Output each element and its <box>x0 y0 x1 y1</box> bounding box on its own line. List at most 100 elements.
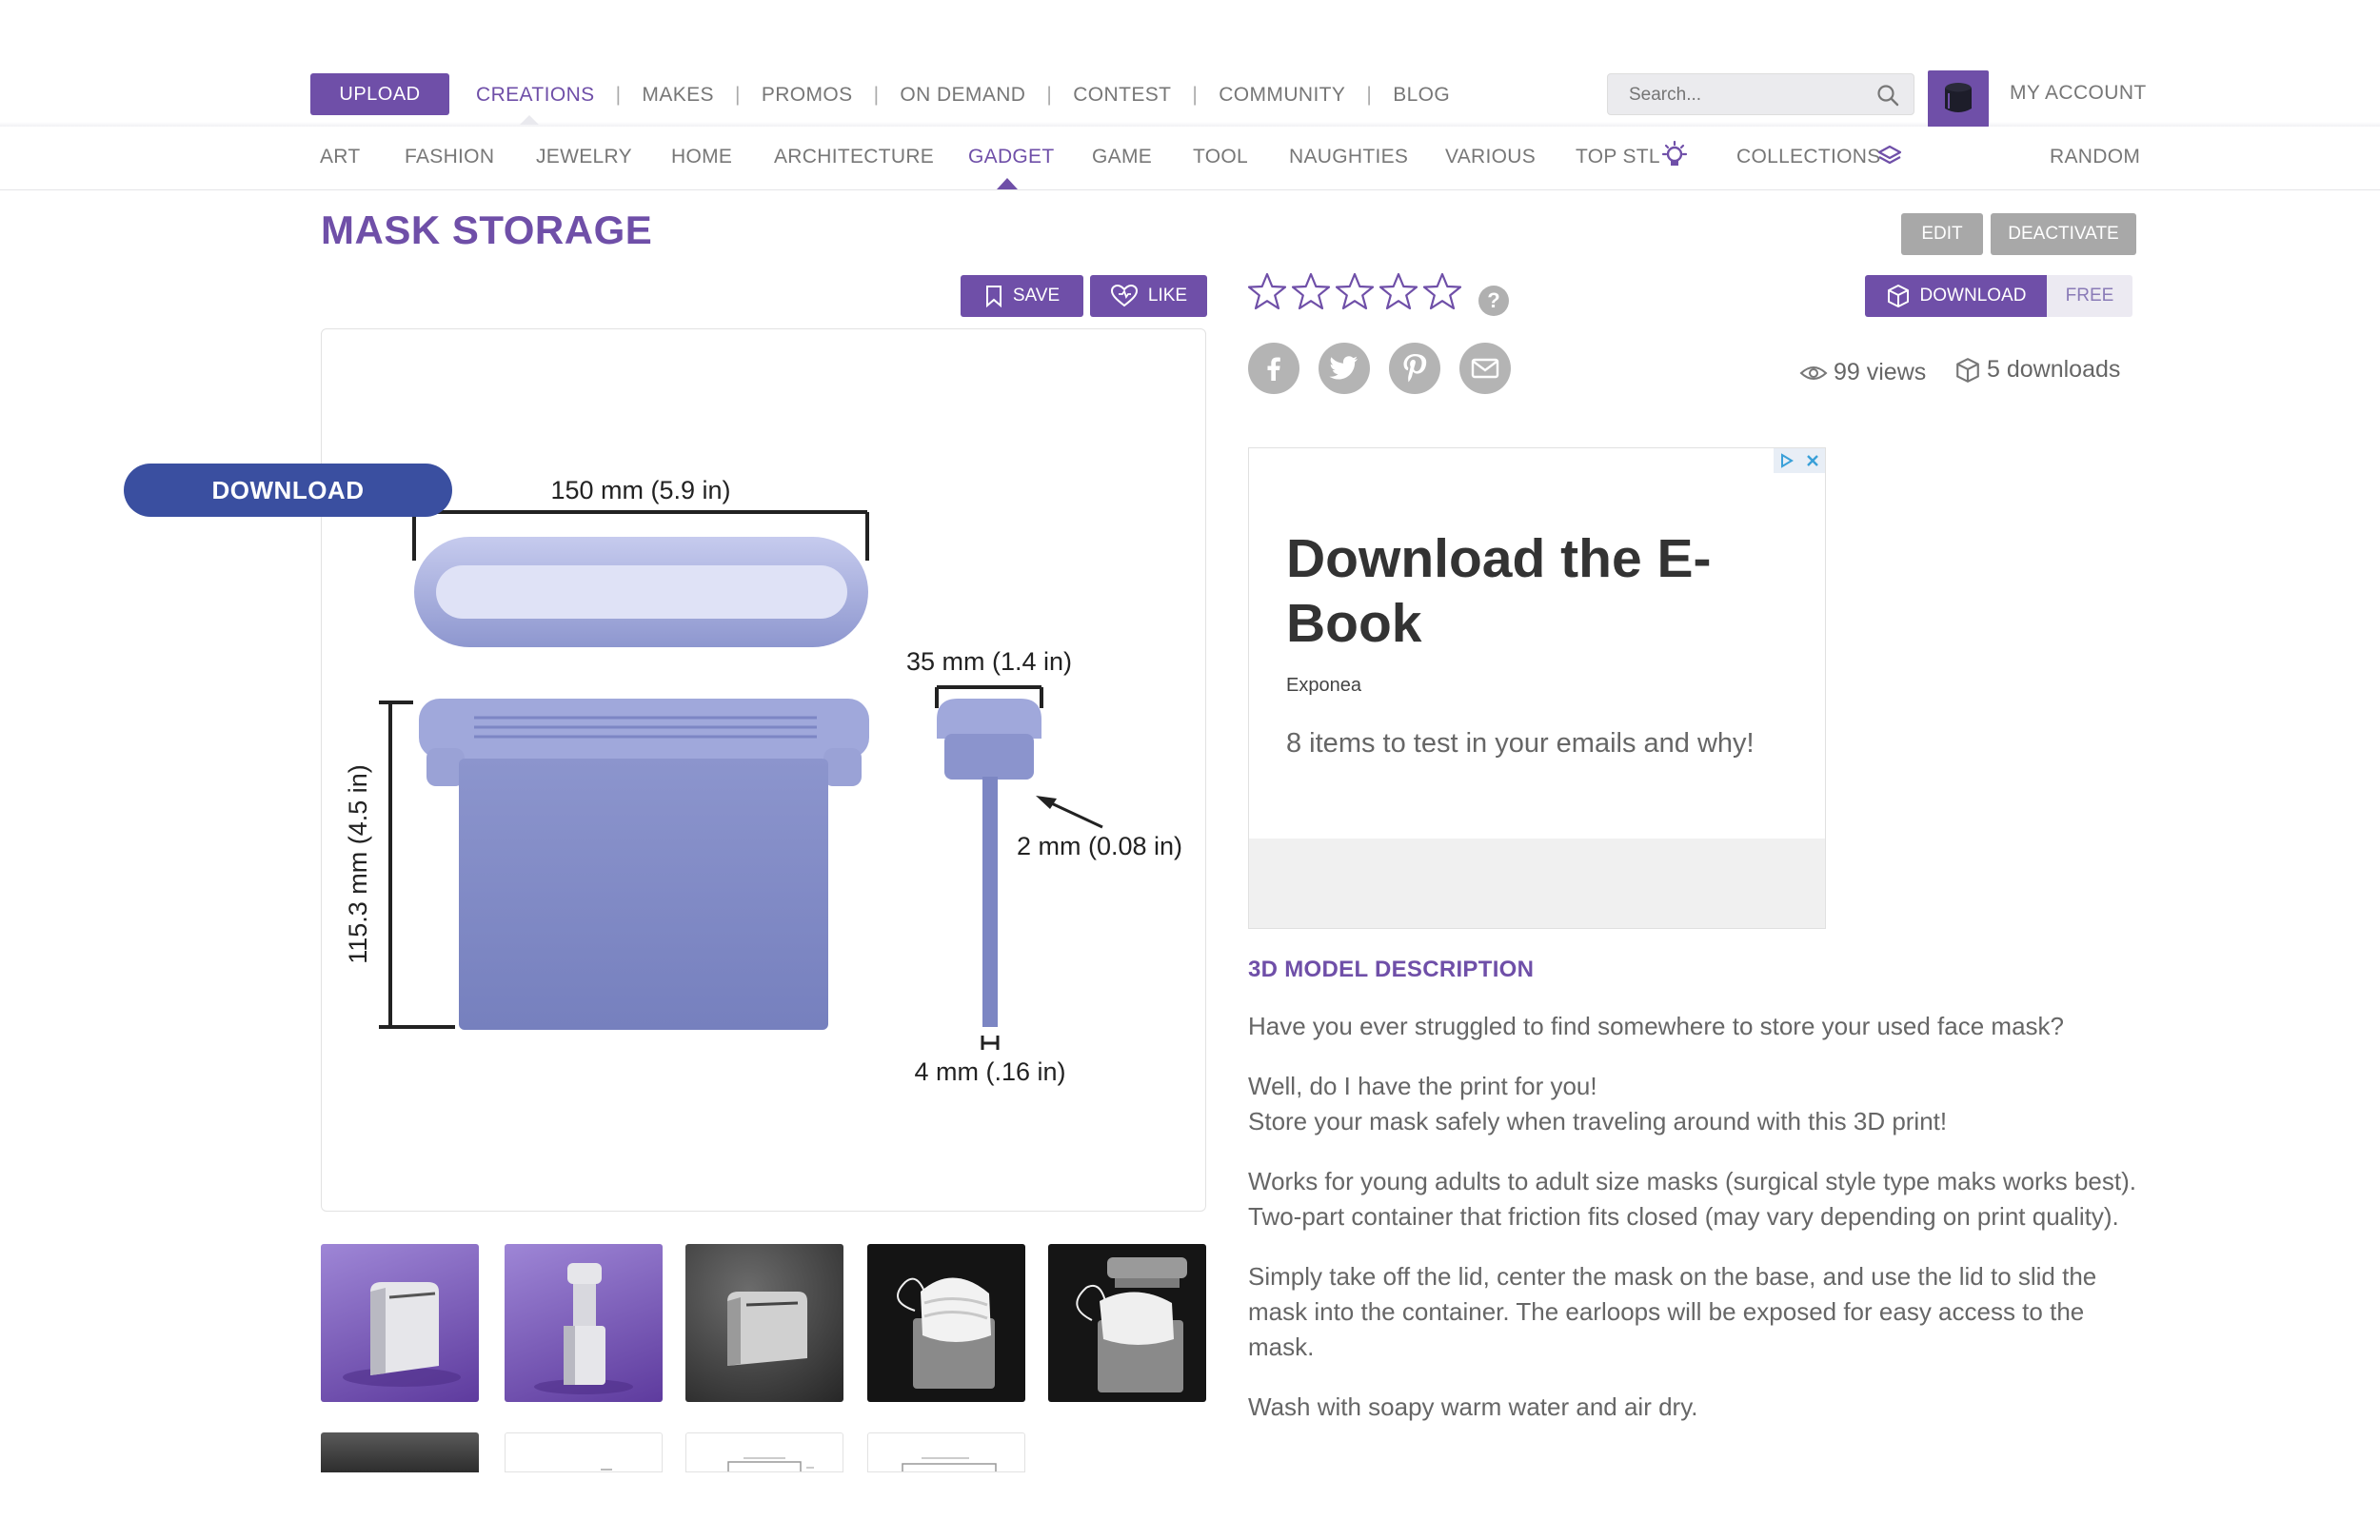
ad-text: 8 items to test in your emails and why! <box>1286 728 1755 759</box>
ad-close-icon[interactable] <box>1799 448 1825 473</box>
category-collections[interactable]: COLLECTIONS <box>1736 146 1881 168</box>
cart-button[interactable] <box>1928 70 1989 128</box>
views-count: 99 views <box>1799 359 1926 386</box>
category-nav: ART FASHION JEWELRY HOME ARCHITECTURE GA… <box>0 127 2380 190</box>
category-active-caret <box>997 178 1018 189</box>
nav-blog[interactable]: BLOG <box>1393 84 1450 107</box>
category-tool[interactable]: TOOL <box>1193 146 1248 168</box>
nav-separator: | <box>1192 84 1199 106</box>
star-icon[interactable] <box>1378 272 1418 312</box>
email-icon <box>1471 358 1499 379</box>
search-input[interactable] <box>1627 80 1869 110</box>
star-icon[interactable] <box>1422 272 1462 312</box>
description-heading: 3D MODEL DESCRIPTION <box>1248 957 1535 982</box>
nav-contest[interactable]: CONTEST <box>1073 84 1171 107</box>
thumbnail-4[interactable] <box>867 1244 1025 1402</box>
description-body: Have you ever struggled to find somewher… <box>1248 1009 2138 1450</box>
description-paragraph: Have you ever struggled to find somewher… <box>1248 1012 2064 1040</box>
downloads-label: 5 downloads <box>1987 356 2121 383</box>
category-home[interactable]: HOME <box>671 146 732 168</box>
views-label: 99 views <box>1834 359 1927 385</box>
search-box <box>1607 73 1914 115</box>
thumbnail-8[interactable] <box>685 1432 843 1472</box>
edit-button[interactable]: EDIT <box>1901 213 1983 255</box>
category-art[interactable]: ART <box>320 146 361 168</box>
random-link[interactable]: RANDOM <box>2050 146 2140 168</box>
save-button[interactable]: SAVE <box>961 275 1083 317</box>
category-gadget[interactable]: GADGET <box>968 146 1054 168</box>
star-icon[interactable] <box>1291 272 1331 312</box>
dim-pin-width-label: 35 mm (1.4 in) <box>906 647 1072 676</box>
like-label: LIKE <box>1147 286 1188 306</box>
cart-icon <box>1945 83 1972 112</box>
main-product-image[interactable]: 150 mm (5.9 in) 115.3 mm (4.5 in) 35 mm … <box>321 328 1206 1212</box>
eye-icon <box>1799 365 1828 380</box>
category-architecture[interactable]: ARCHITECTURE <box>774 146 934 168</box>
thumbnail-image <box>902 1457 997 1471</box>
my-account-link[interactable]: MY ACCOUNT <box>2010 82 2147 105</box>
ad-choices[interactable] <box>1774 448 1825 473</box>
category-jewelry[interactable]: JEWELRY <box>536 146 632 168</box>
category-various[interactable]: VARIOUS <box>1445 146 1536 168</box>
facebook-icon <box>1267 357 1280 381</box>
facebook-share-button[interactable] <box>1248 343 1299 394</box>
rating-stars[interactable] <box>1247 272 1462 312</box>
thumbnail-image <box>534 1263 633 1394</box>
nav-separator: | <box>873 84 880 106</box>
layers-icon <box>1877 145 1902 165</box>
upload-button[interactable]: UPLOAD <box>310 73 449 115</box>
ad-brand: Exponea <box>1286 675 1361 696</box>
like-button[interactable]: LIKE <box>1090 275 1207 317</box>
thumbnail-image <box>727 1457 814 1471</box>
price-badge: FREE <box>2047 275 2132 317</box>
nav-on-demand[interactable]: ON DEMAND <box>900 84 1025 107</box>
download-label: DOWNLOAD <box>1919 286 2027 306</box>
thumbnail-image <box>1076 1257 1187 1392</box>
ad-footer <box>1249 839 1825 928</box>
nav-makes[interactable]: MAKES <box>642 84 714 107</box>
thumbnail-6[interactable] <box>321 1432 479 1472</box>
pinterest-share-button[interactable] <box>1389 343 1440 394</box>
cube-icon <box>1956 357 1979 383</box>
email-share-button[interactable] <box>1459 343 1511 394</box>
bookmark-icon <box>985 286 1002 307</box>
nav-separator: | <box>734 84 741 106</box>
heart-icon <box>1110 284 1138 307</box>
thumbnail-image <box>897 1277 995 1389</box>
category-game[interactable]: GAME <box>1092 146 1152 168</box>
download-button[interactable]: DOWNLOAD <box>1865 275 2047 317</box>
thumbnail-1[interactable] <box>321 1244 479 1402</box>
thumbnail-image <box>601 1469 612 1471</box>
thumbnail-7[interactable] <box>505 1432 663 1472</box>
search-icon[interactable] <box>1875 83 1900 108</box>
thumbnail-2[interactable] <box>505 1244 663 1402</box>
nav-creations[interactable]: CREATIONS <box>476 84 595 107</box>
nav-promos[interactable]: PROMOS <box>762 84 853 107</box>
star-icon[interactable] <box>1335 272 1375 312</box>
ad-info-icon[interactable] <box>1774 448 1799 473</box>
description-paragraph: Well, do I have the print for you! Store … <box>1248 1069 2138 1139</box>
nav-community[interactable]: COMMUNITY <box>1219 84 1345 107</box>
category-fashion[interactable]: FASHION <box>405 146 494 168</box>
description-paragraph: Simply take off the lid, center the mask… <box>1248 1262 2097 1361</box>
rating-help-icon[interactable]: ? <box>1478 286 1509 316</box>
deactivate-button[interactable]: DEACTIVATE <box>1991 213 2136 255</box>
star-icon[interactable] <box>1247 272 1287 312</box>
thumbnail-5[interactable] <box>1048 1244 1206 1402</box>
thumbnail-image <box>343 1282 461 1387</box>
pinterest-icon <box>1403 354 1427 383</box>
thumbnail-3[interactable] <box>685 1244 843 1402</box>
thumbnail-9[interactable] <box>867 1432 1025 1472</box>
twitter-icon <box>1329 356 1358 380</box>
nav-separator: | <box>1046 84 1053 106</box>
twitter-share-button[interactable] <box>1319 343 1370 394</box>
dim-pin-thickness-label: 2 mm (0.08 in) <box>1017 832 1182 860</box>
category-naughties[interactable]: NAUGHTIES <box>1289 146 1408 168</box>
cube-icon <box>1887 285 1909 307</box>
description-line: Store your mask safely when traveling ar… <box>1248 1107 1948 1135</box>
category-top-stl[interactable]: TOP STL <box>1576 146 1660 168</box>
downloads-count: 5 downloads <box>1954 356 2120 384</box>
ad-download-button[interactable]: DOWNLOAD <box>124 464 452 517</box>
ad-headline[interactable]: Download the E-Book <box>1286 526 1781 656</box>
advertisement[interactable]: Download the E-Book Exponea 8 items to t… <box>1248 447 1826 929</box>
